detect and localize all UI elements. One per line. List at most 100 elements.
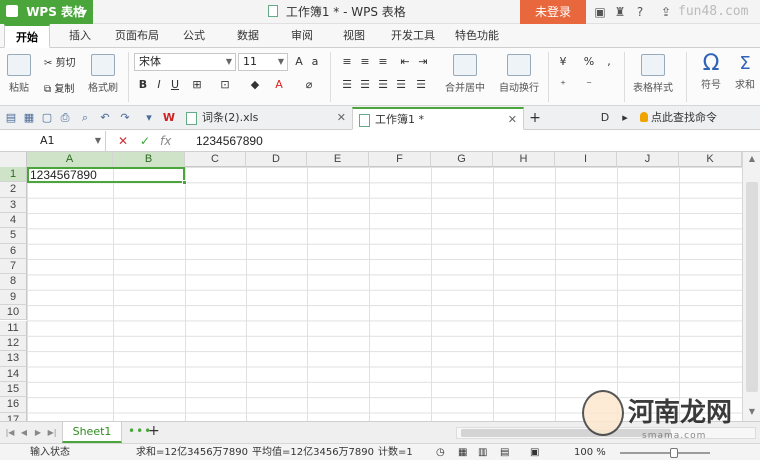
- confirm-icon[interactable]: ✓: [140, 133, 150, 149]
- column-header[interactable]: F: [369, 152, 431, 167]
- scroll-up-icon[interactable]: ▲: [746, 154, 758, 166]
- row-header[interactable]: 5: [0, 228, 27, 244]
- row-header[interactable]: 10: [0, 305, 27, 321]
- row-header[interactable]: 3: [0, 197, 27, 214]
- font-color-icon[interactable]: A: [272, 78, 286, 92]
- row-header[interactable]: 11: [0, 320, 27, 336]
- align-top-icon[interactable]: ≡: [340, 55, 354, 69]
- align-left-icon[interactable]: ☰: [340, 78, 354, 92]
- row-header[interactable]: 9: [0, 289, 27, 306]
- add-sheet-icon[interactable]: +: [148, 423, 160, 439]
- column-header[interactable]: K: [679, 152, 742, 167]
- undo-icon[interactable]: ↶: [98, 111, 112, 125]
- doc-tab[interactable]: 词条(2).xls ✕: [180, 107, 352, 130]
- sum-button[interactable]: Σ 求和: [730, 52, 760, 91]
- table-style-button[interactable]: 表格样式: [628, 54, 678, 94]
- tab-home[interactable]: 开始: [4, 24, 50, 48]
- redo-icon[interactable]: ↷: [118, 111, 132, 125]
- cancel-icon[interactable]: ✕: [118, 133, 128, 149]
- close-icon[interactable]: ✕: [337, 107, 346, 129]
- underline-button[interactable]: U: [168, 78, 182, 92]
- upload-icon[interactable]: ⇪: [658, 4, 674, 20]
- doc-tab-active[interactable]: 工作簿1 * ✕: [352, 107, 524, 130]
- insert-function-button[interactable]: fx: [160, 133, 171, 149]
- formula-input[interactable]: 1234567890: [196, 130, 263, 152]
- zoom-slider-knob[interactable]: [670, 448, 678, 458]
- bold-button[interactable]: B: [136, 78, 150, 92]
- tab-insert[interactable]: 插入: [58, 24, 102, 48]
- indent-icon[interactable]: ⇥: [416, 55, 430, 69]
- row-header[interactable]: 6: [0, 243, 27, 260]
- tab-special[interactable]: 特色功能: [448, 24, 506, 48]
- symbol-button[interactable]: Ω 符号: [694, 52, 728, 92]
- close-icon[interactable]: ✕: [508, 109, 517, 131]
- column-header[interactable]: J: [617, 152, 679, 167]
- name-box[interactable]: A1 ▼: [0, 131, 106, 151]
- new-tab-icon[interactable]: +: [528, 111, 542, 125]
- align-middle-icon[interactable]: ≡: [358, 55, 372, 69]
- shirt-icon[interactable]: ♜: [612, 4, 628, 20]
- active-cell-a1[interactable]: 1234567890: [27, 167, 187, 185]
- tab-data[interactable]: 数据: [226, 24, 270, 48]
- wrap-icon[interactable]: ⇤: [398, 55, 412, 69]
- print-icon[interactable]: ⎙: [58, 111, 72, 125]
- app-menu-button[interactable]: WPS 表格 ▾: [0, 0, 93, 24]
- row-header[interactable]: 1: [0, 167, 27, 183]
- border-icon[interactable]: ⊞: [190, 78, 204, 92]
- italic-button[interactable]: I: [152, 78, 166, 92]
- sheet-tab[interactable]: Sheet1: [62, 422, 122, 443]
- auto-wrap-button[interactable]: 自动换行: [496, 54, 542, 94]
- column-header[interactable]: B: [113, 152, 185, 167]
- paste-button[interactable]: 粘贴: [4, 54, 34, 94]
- select-all-corner[interactable]: [0, 152, 27, 167]
- row-header[interactable]: 2: [0, 182, 27, 198]
- last-sheet-icon[interactable]: ▶|: [46, 426, 58, 440]
- column-header[interactable]: G: [431, 152, 493, 167]
- login-button[interactable]: 未登录: [520, 0, 586, 24]
- next-sheet-icon[interactable]: ▶: [32, 426, 44, 440]
- column-header[interactable]: D: [246, 152, 307, 167]
- tab-menu-icon[interactable]: ▸: [618, 111, 632, 125]
- increase-font-icon[interactable]: A: [292, 55, 306, 69]
- format-painter-button[interactable]: 格式刷: [86, 54, 120, 94]
- skin-icon[interactable]: ▣: [592, 4, 608, 20]
- save-icon[interactable]: ▦: [22, 111, 36, 125]
- column-header[interactable]: E: [307, 152, 369, 167]
- view-break-icon[interactable]: ▤: [500, 444, 509, 460]
- row-header[interactable]: 12: [0, 335, 27, 352]
- fill-handle[interactable]: [182, 180, 187, 185]
- tab-view[interactable]: 视图: [332, 24, 376, 48]
- tab-review[interactable]: 审阅: [280, 24, 324, 48]
- tab-formulas[interactable]: 公式: [172, 24, 216, 48]
- row-header[interactable]: 7: [0, 259, 27, 275]
- font-size-select[interactable]: 11 ▼: [238, 53, 288, 71]
- view-layout-icon[interactable]: ▦: [458, 444, 467, 460]
- column-header[interactable]: C: [185, 152, 246, 167]
- row-header[interactable]: 13: [0, 351, 27, 367]
- doc-list-icon[interactable]: D: [598, 111, 612, 125]
- row-header[interactable]: 17: [0, 412, 27, 421]
- row-header[interactable]: 16: [0, 397, 27, 413]
- customize-icon[interactable]: ▾: [142, 111, 156, 125]
- comma-icon[interactable]: ,: [602, 55, 616, 69]
- increase-decimal-icon[interactable]: ⁺: [556, 78, 570, 92]
- cell-area[interactable]: [27, 167, 742, 421]
- vertical-scrollbar[interactable]: ▲ ▼: [742, 152, 760, 421]
- fill-color-icon[interactable]: ◆: [248, 78, 262, 92]
- decrease-decimal-icon[interactable]: ⁻: [582, 78, 596, 92]
- decrease-font-icon[interactable]: a: [308, 55, 322, 69]
- tab-developer[interactable]: 开发工具: [384, 24, 442, 48]
- align-bottom-icon[interactable]: ≡: [376, 55, 390, 69]
- percent-button[interactable]: %: [582, 55, 596, 69]
- column-header[interactable]: A: [27, 152, 113, 167]
- first-sheet-icon[interactable]: |◀: [4, 426, 16, 440]
- wps-w-icon[interactable]: W: [162, 111, 176, 125]
- column-header[interactable]: H: [493, 152, 555, 167]
- view-full-icon[interactable]: ▣: [530, 444, 539, 460]
- preview-icon[interactable]: ⌕: [78, 111, 92, 125]
- merge-cells-icon[interactable]: ⊡: [218, 78, 232, 92]
- row-header[interactable]: 4: [0, 213, 27, 229]
- align-center-icon[interactable]: ☰: [358, 78, 372, 92]
- view-page-icon[interactable]: ▥: [478, 444, 487, 460]
- merge-center-button[interactable]: 合并居中: [440, 54, 490, 94]
